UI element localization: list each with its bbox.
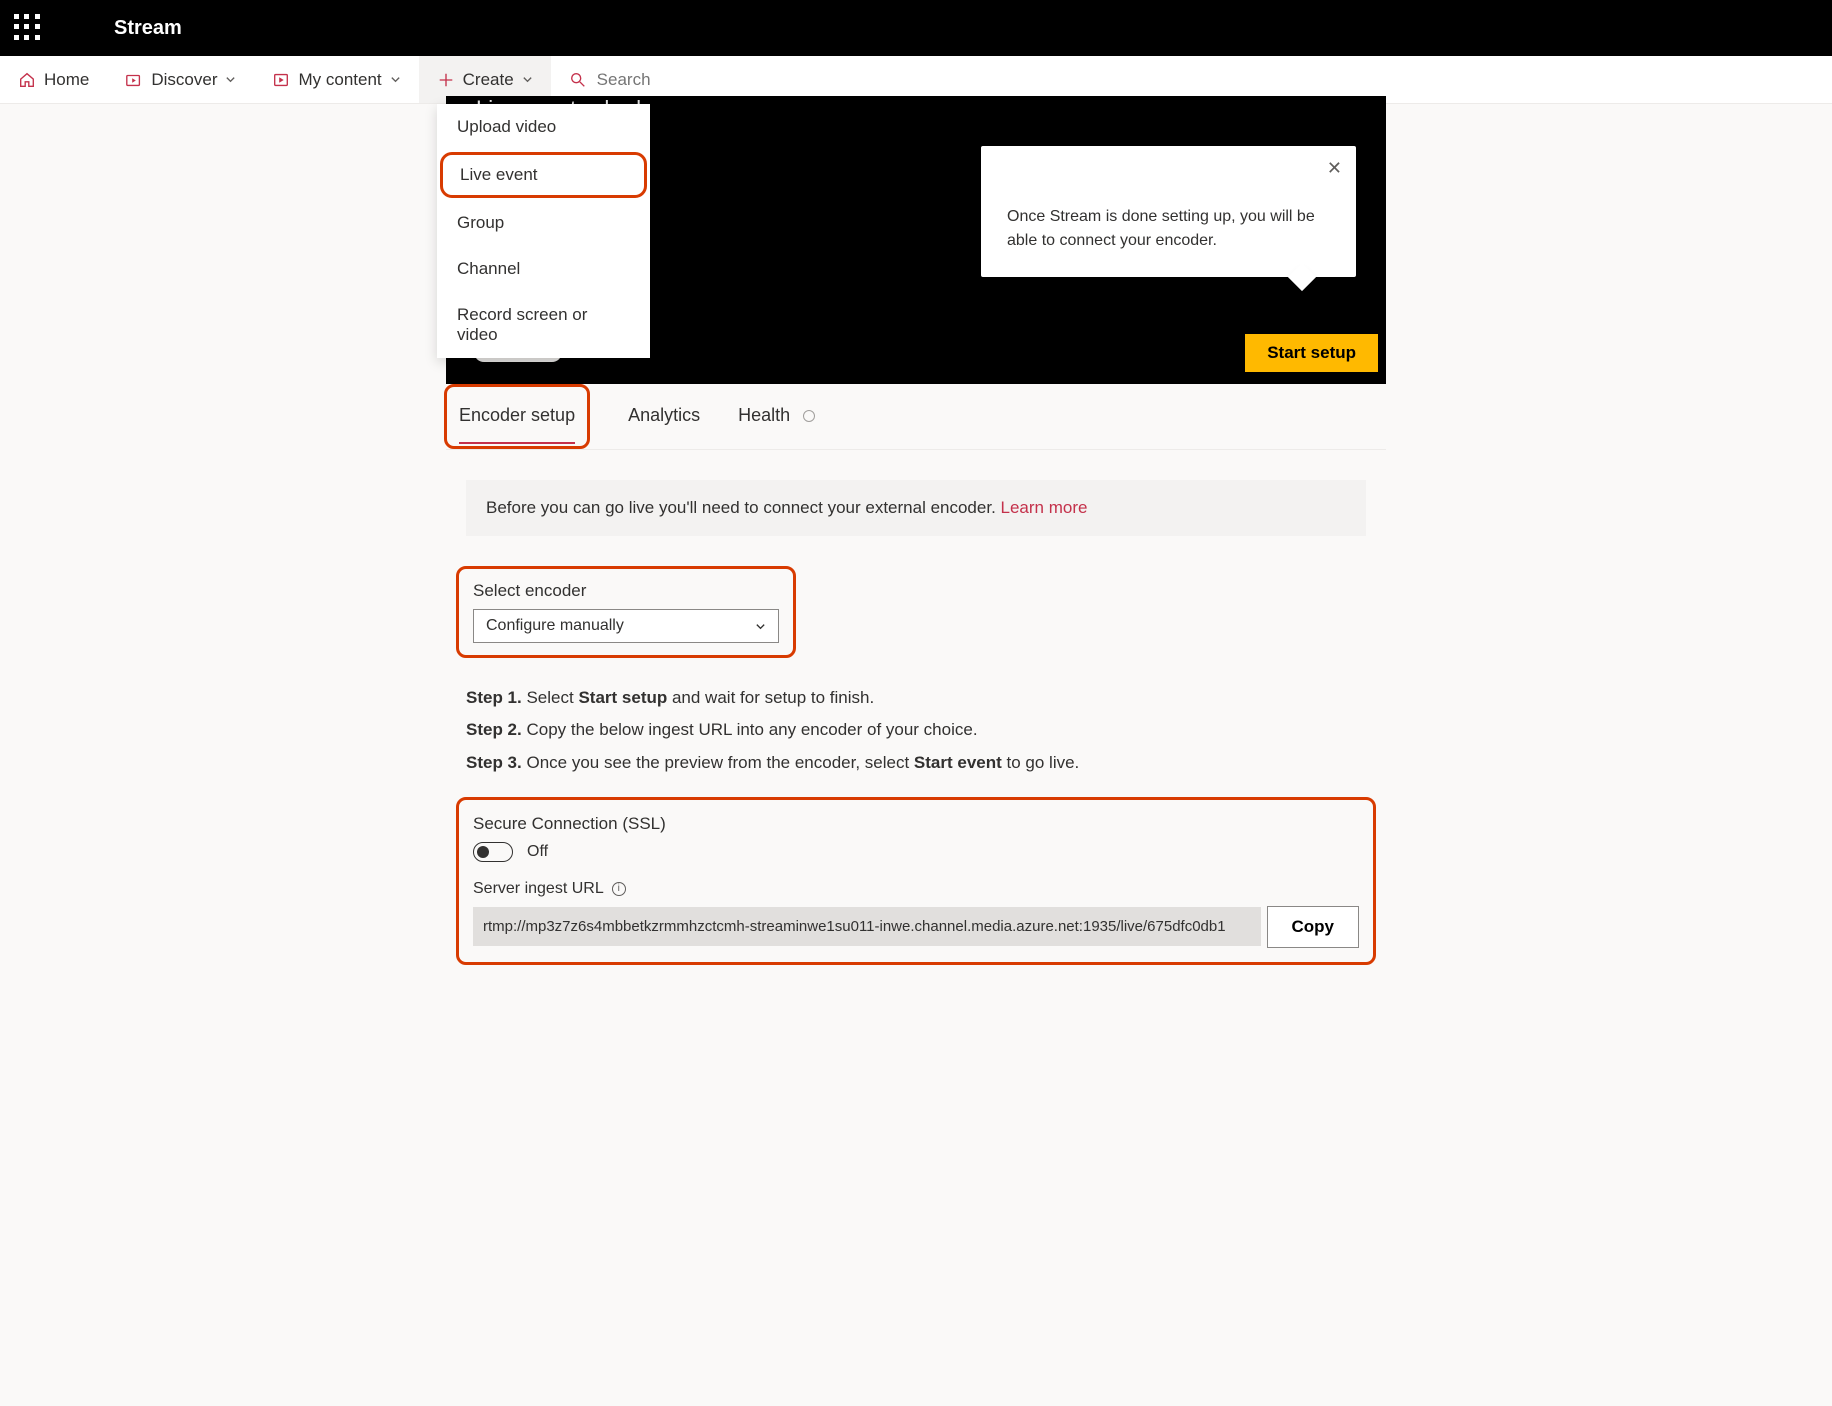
health-status-dot-icon xyxy=(803,410,815,422)
step-3: Step 3. Once you see the preview from th… xyxy=(466,747,1366,779)
app-name: Stream xyxy=(114,17,182,40)
tab-health-label: Health xyxy=(738,405,790,425)
connection-section: Secure Connection (SSL) Off Server inges… xyxy=(456,797,1376,965)
tab-analytics[interactable]: Analytics xyxy=(628,389,700,444)
menu-live-event[interactable]: Live event xyxy=(440,152,647,198)
tabs: Encoder setup Analytics Health xyxy=(446,384,1386,450)
callout: ✕ Select "Start setup" Once Stream is do… xyxy=(981,146,1356,277)
menu-record-screen[interactable]: Record screen or video xyxy=(437,292,650,358)
step-1: Step 1. Select Start setup and wait for … xyxy=(466,682,1366,714)
menu-channel[interactable]: Channel xyxy=(437,246,650,292)
chevron-down-icon xyxy=(755,621,766,632)
encoder-select[interactable]: Configure manually xyxy=(473,609,779,643)
ingest-url-row: rtmp://mp3z7z6s4mbbetkzrmmhzctcmh-stream… xyxy=(473,906,1359,948)
ingest-label-row: Server ingest URL i xyxy=(473,880,1359,898)
nav-home-label: Home xyxy=(44,70,89,90)
steps: Step 1. Select Start setup and wait for … xyxy=(466,682,1366,779)
create-dropdown: Upload video Live event Group Channel Re… xyxy=(437,104,650,358)
ingest-label: Server ingest URL xyxy=(473,880,604,898)
callout-beak xyxy=(1288,263,1316,291)
encoder-select-value: Configure manually xyxy=(486,617,624,635)
close-icon[interactable]: ✕ xyxy=(1327,158,1342,179)
chevron-down-icon xyxy=(522,74,533,85)
info-banner: Before you can go live you'll need to co… xyxy=(466,480,1366,536)
home-icon xyxy=(18,71,36,89)
select-encoder-label: Select encoder xyxy=(473,581,779,601)
banner-text: Before you can go live you'll need to co… xyxy=(486,498,1001,517)
nav-my-content[interactable]: My content xyxy=(254,56,418,103)
ssl-toggle[interactable] xyxy=(473,842,513,862)
nav-discover[interactable]: Discover xyxy=(107,56,254,103)
chevron-down-icon xyxy=(225,74,236,85)
nav-my-content-label: My content xyxy=(298,70,381,90)
app-launcher-icon[interactable] xyxy=(14,14,42,42)
search-input[interactable] xyxy=(597,70,897,90)
plus-icon xyxy=(437,71,455,89)
menu-upload-video[interactable]: Upload video xyxy=(437,104,650,150)
nav-home[interactable]: Home xyxy=(0,56,107,103)
top-bar: Stream xyxy=(0,0,1832,56)
toggle-knob xyxy=(477,846,489,858)
nav-discover-label: Discover xyxy=(151,70,217,90)
ssl-toggle-wrap: Off xyxy=(473,842,1359,862)
ssl-state: Off xyxy=(527,843,548,861)
discover-icon xyxy=(125,71,143,89)
tab-encoder-setup[interactable]: Encoder setup xyxy=(459,389,575,444)
menu-group[interactable]: Group xyxy=(437,200,650,246)
my-content-icon xyxy=(272,71,290,89)
chevron-down-icon xyxy=(390,74,401,85)
select-encoder-section: Select encoder Configure manually xyxy=(456,566,796,658)
start-setup-button[interactable]: Start setup xyxy=(1245,334,1378,372)
search-wrap xyxy=(551,70,915,90)
info-icon[interactable]: i xyxy=(612,882,626,896)
tab-encoder-highlight: Encoder setup xyxy=(444,384,590,449)
step-2: Step 2. Copy the below ingest URL into a… xyxy=(466,714,1366,746)
tab-health[interactable]: Health xyxy=(738,389,815,444)
copy-button[interactable]: Copy xyxy=(1267,906,1360,948)
callout-title: Select "Start setup" xyxy=(1007,170,1330,193)
ingest-url-field[interactable]: rtmp://mp3z7z6s4mbbetkzrmmhzctcmh-stream… xyxy=(473,907,1261,946)
search-icon[interactable] xyxy=(569,71,587,89)
callout-body: Once Stream is done setting up, you will… xyxy=(1007,205,1330,253)
learn-more-link[interactable]: Learn more xyxy=(1001,498,1088,517)
ssl-label: Secure Connection (SSL) xyxy=(473,814,1359,834)
nav-create-label: Create xyxy=(463,70,514,90)
